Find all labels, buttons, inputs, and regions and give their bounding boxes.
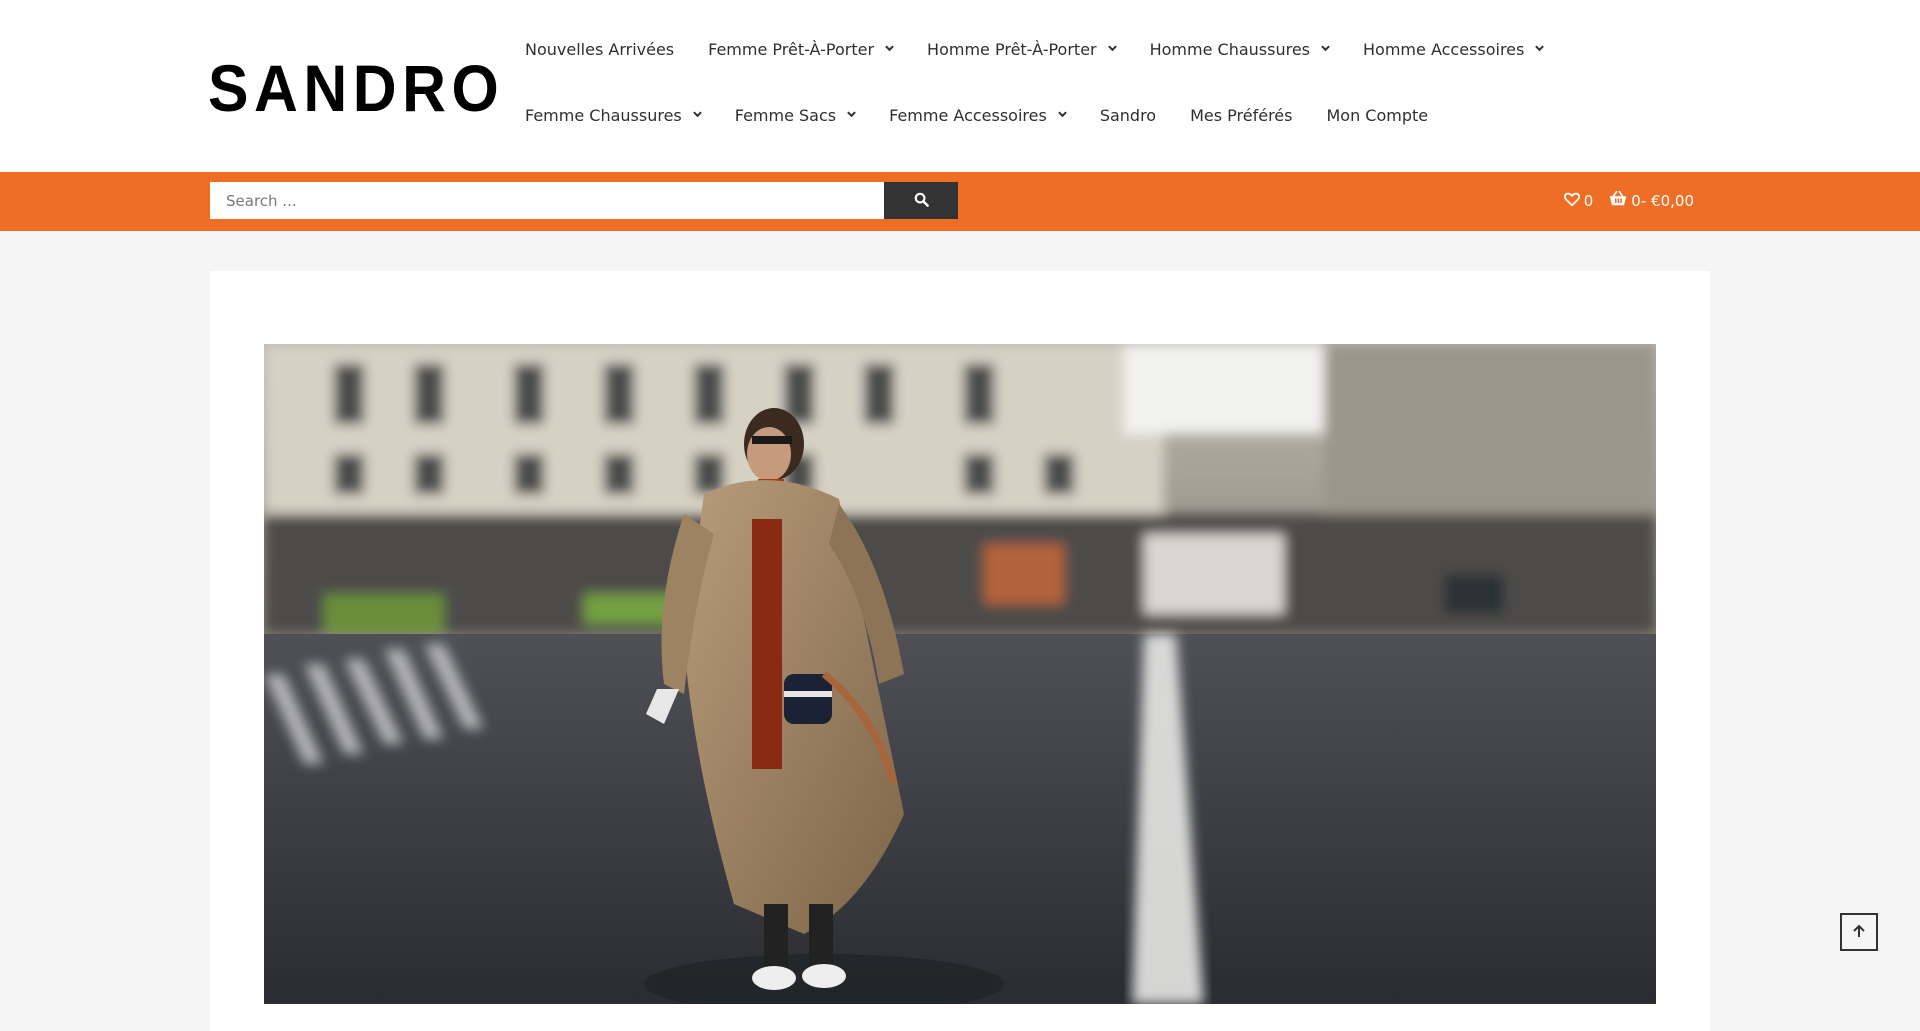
chevron-down-icon	[692, 110, 702, 118]
nav-item-mon-compte[interactable]: Mon Compte	[1326, 106, 1428, 125]
chevron-down-icon	[1535, 44, 1545, 52]
nav-item-label: Femme Prêt-À-Porter	[708, 40, 875, 59]
nav-item-femme-accessoires[interactable]: Femme Accessoires	[889, 106, 1067, 125]
chevron-down-icon	[885, 44, 894, 52]
nav-item-label: Mes Préférés	[1190, 106, 1293, 125]
content-card	[210, 271, 1710, 1031]
search-button[interactable]	[884, 182, 958, 219]
chevron-down-icon	[1107, 44, 1117, 52]
nav-item-label: Mon Compte	[1326, 106, 1429, 125]
arrow-up-icon	[1852, 923, 1866, 942]
nav-item-label: Homme Accessoires	[1363, 40, 1525, 59]
nav-item-label: Femme Sacs	[734, 106, 837, 125]
nav-item-label: Femme Accessoires	[889, 106, 1047, 125]
wishlist-link[interactable]: 0	[1563, 191, 1594, 210]
search-input[interactable]	[210, 182, 884, 219]
hero-photo	[264, 344, 1656, 1004]
cart-count: 0	[1631, 191, 1641, 210]
hero-image	[264, 344, 1656, 1004]
nav-item-femme-pret-a-porter[interactable]: Femme Prêt-À-Porter	[708, 40, 894, 59]
nav-item-homme-pret-a-porter[interactable]: Homme Prêt-À-Porter	[927, 40, 1117, 59]
nav-item-homme-chaussures[interactable]: Homme Chaussures	[1149, 40, 1330, 59]
nav-item-femme-sacs[interactable]: Femme Sacs	[734, 106, 856, 125]
heart-icon	[1563, 192, 1584, 210]
main-nav-row-1: Nouvelles Arrivées Femme Prêt-À-Porter H…	[525, 40, 1577, 59]
chevron-down-icon	[1058, 110, 1067, 118]
cart-separator: -	[1640, 191, 1647, 210]
nav-item-label: Homme Chaussures	[1149, 40, 1311, 59]
search-bar: 0 0- €0,00	[0, 172, 1920, 231]
nav-item-label: Homme Prêt-À-Porter	[927, 40, 1097, 59]
nav-item-mes-preferes[interactable]: Mes Préférés	[1190, 106, 1292, 125]
nav-item-femme-chaussures[interactable]: Femme Chaussures	[525, 106, 702, 125]
cart-total: €0,00	[1651, 191, 1694, 210]
main-nav-row-2: Femme Chaussures Femme Sacs Femme Access…	[525, 106, 1462, 125]
nav-item-label: Nouvelles Arrivées	[525, 40, 675, 59]
wishlist-count: 0	[1583, 191, 1594, 210]
site-logo[interactable]: SANDRO	[208, 52, 504, 124]
nav-item-nouvelles-arrivees[interactable]: Nouvelles Arrivées	[525, 40, 674, 59]
scroll-to-top-button[interactable]	[1840, 913, 1878, 951]
nav-item-homme-accessoires[interactable]: Homme Accessoires	[1363, 40, 1545, 59]
nav-item-label: Sandro	[1099, 106, 1157, 125]
search-icon	[914, 192, 929, 210]
chevron-down-icon	[1321, 44, 1330, 52]
nav-item-label: Femme Chaussures	[525, 106, 682, 125]
nav-item-sandro[interactable]: Sandro	[1100, 106, 1156, 125]
chevron-down-icon	[847, 110, 856, 118]
header-actions: 0 0- €0,00	[1563, 190, 1694, 210]
cart-link[interactable]: 0- €0,00	[1609, 190, 1694, 210]
site-header: SANDRO Nouvelles Arrivées Femme Prêt-À-P…	[0, 0, 1920, 172]
basket-icon	[1609, 190, 1631, 210]
